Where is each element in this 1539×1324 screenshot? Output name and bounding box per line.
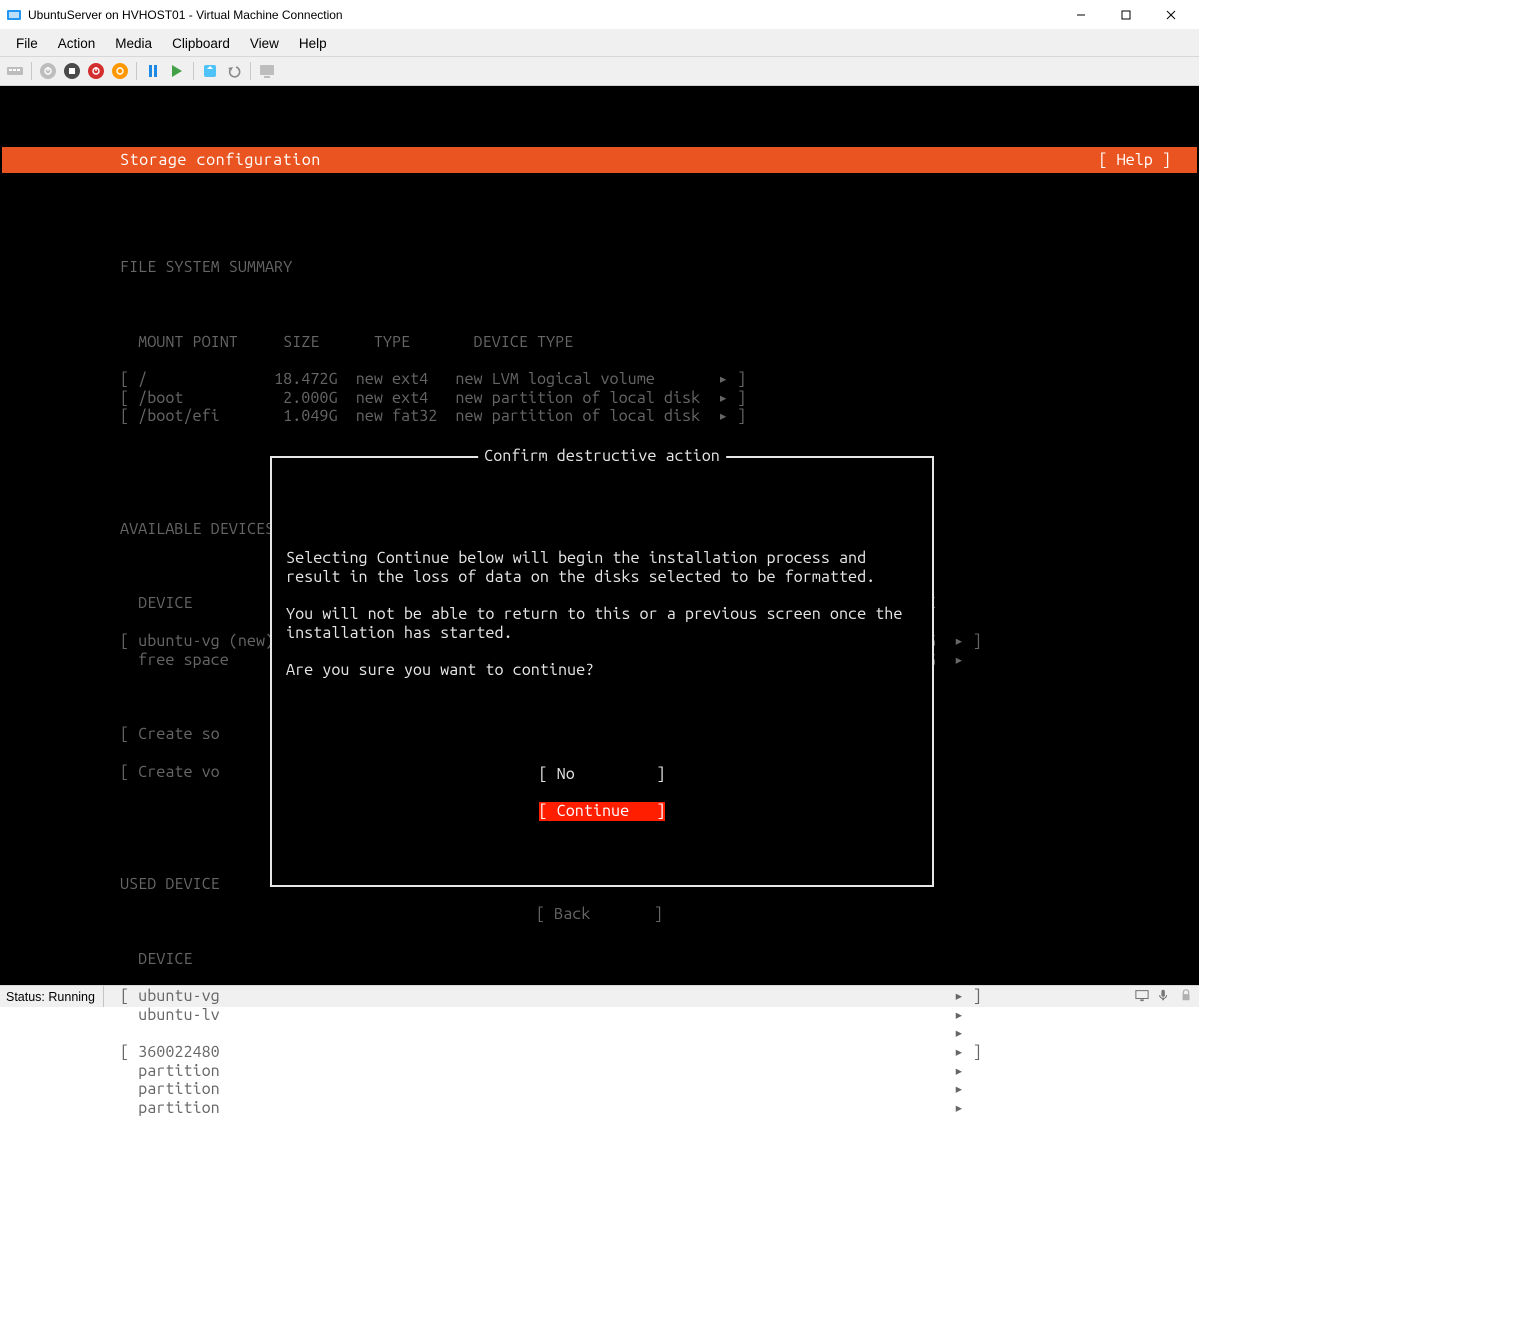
used-row[interactable]: partition ▸ [120,1099,1197,1118]
used-row[interactable]: ubuntu-lv ▸ [120,1006,1197,1025]
revert-icon[interactable] [223,60,245,82]
page-title: Storage configuration [2,151,321,170]
continue-button[interactable]: [ Continue ] [539,802,666,821]
window-title: UbuntuServer on HVHOST01 - Virtual Machi… [28,8,1058,22]
maximize-button[interactable] [1103,0,1148,30]
dialog-text: You will not be able to return to this o… [286,605,912,642]
used-row[interactable]: partition ▸ [120,1080,1197,1099]
confirm-dialog: Confirm destructive action Selecting Con… [258,419,946,937]
fs-row[interactable]: [ / 18.472G new ext4 new LVM logical vol… [120,370,1197,389]
toolbar-separator [136,62,137,80]
app-icon [6,7,22,23]
toolbar-separator [31,62,32,80]
reset-icon[interactable] [166,60,188,82]
fs-row[interactable]: [ /boot 2.000G new ext4 new partition of… [120,389,1197,408]
titlebar: UbuntuServer on HVHOST01 - Virtual Machi… [0,0,1199,30]
toolbar [0,57,1199,86]
help-button[interactable]: [ Help ] [1098,151,1197,170]
dialog-title: Confirm destructive action [478,447,726,466]
used-row[interactable]: [ 360022480 ▸ ] [120,1043,1197,1062]
shutdown-icon[interactable] [85,60,107,82]
menu-media[interactable]: Media [105,33,162,54]
used-row[interactable]: ▸ [120,1024,1197,1043]
menu-clipboard[interactable]: Clipboard [162,33,240,54]
menu-help[interactable]: Help [289,33,337,54]
used-row[interactable]: [ ubuntu-vg ▸ ] [120,987,1197,1006]
close-button[interactable] [1148,0,1193,30]
menu-view[interactable]: View [240,33,289,54]
turnoff-icon[interactable] [61,60,83,82]
installer-header: Storage configuration [ Help ] [2,147,1197,173]
menubar: File Action Media Clipboard View Help [0,30,1199,57]
ctrl-alt-del-icon[interactable] [4,60,26,82]
used-row[interactable]: partition ▸ [120,1062,1197,1081]
start-icon[interactable] [37,60,59,82]
no-button[interactable]: [ No ] [539,765,666,784]
pause-icon[interactable] [142,60,164,82]
console: Storage configuration [ Help ] FILE SYST… [2,91,1197,983]
save-icon[interactable] [109,60,131,82]
window-controls [1058,0,1193,30]
console-viewport[interactable]: Storage configuration [ Help ] FILE SYST… [0,86,1199,985]
section-heading: FILE SYSTEM SUMMARY [120,258,1197,277]
menu-file[interactable]: File [6,33,48,54]
menu-action[interactable]: Action [48,33,106,54]
enhanced-session-icon[interactable] [256,60,278,82]
checkpoint-icon[interactable] [199,60,221,82]
dialog-text: Selecting Continue below will begin the … [286,549,875,586]
toolbar-separator [250,62,251,80]
dialog-text: Are you sure you want to continue? [286,661,594,679]
toolbar-separator [193,62,194,80]
fs-columns: MOUNT POINT SIZE TYPE DEVICE TYPE [120,333,1197,352]
minimize-button[interactable] [1058,0,1103,30]
